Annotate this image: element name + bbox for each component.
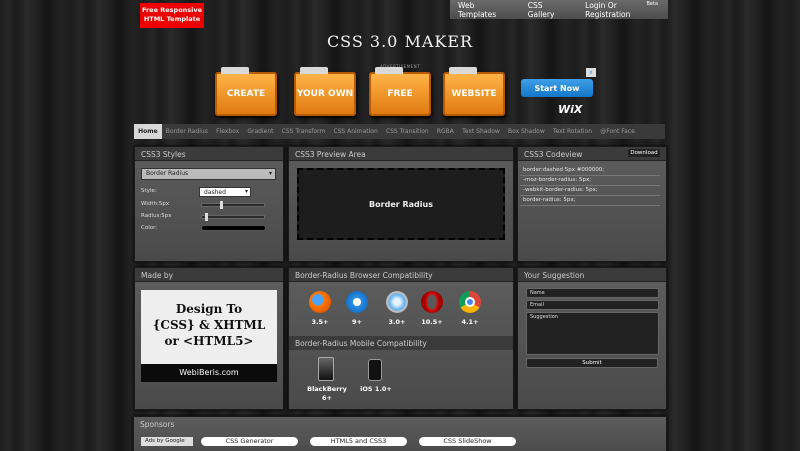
nav-css-gallery[interactable]: CSS Gallery (520, 1, 577, 19)
opera-version: 10.5+ (421, 318, 443, 326)
property-select-value: Border Radius (146, 170, 189, 177)
opera-icon (421, 291, 443, 313)
name-input[interactable]: Name (526, 288, 659, 298)
sponsors-title: Sponsors (140, 420, 175, 429)
top-navigation: Web Templates CSS Gallery Login Or Regis… (450, 0, 668, 19)
radius-slider-track[interactable] (201, 215, 265, 219)
email-input[interactable]: Email (526, 300, 659, 310)
style-label: Style: (141, 188, 157, 194)
preview-panel-title: CSS3 Preview Area (289, 147, 513, 161)
compat-panel-title: Border-Radius Browser Compatibility (289, 268, 513, 282)
code-line: border:dashed 5px #000000; (520, 167, 660, 176)
style-select-value: dashed (204, 189, 226, 196)
badge-line-1: Free Responsive (141, 6, 203, 14)
sponsor-link-html5-css3[interactable]: HTML5 and CSS3 (310, 437, 407, 446)
tab-flexbox[interactable]: Flexbox (212, 128, 243, 135)
tab-font-face[interactable]: @Font Face (596, 128, 639, 135)
free-template-badge[interactable]: Free Responsive HTML Template (140, 3, 204, 28)
code-line: -webkit-border-radius: 5px; (520, 187, 660, 196)
ad-close-icon[interactable]: x (586, 68, 596, 77)
property-select[interactable]: Border Radius ▾ (141, 168, 276, 180)
ad-folder-website[interactable]: WEBSITE (443, 67, 505, 116)
beta-label: Beta (646, 1, 658, 7)
color-picker[interactable] (201, 225, 266, 231)
firefox-icon (309, 291, 331, 313)
width-slider-handle[interactable] (220, 201, 223, 209)
sponsor-link-css-generator[interactable]: CSS Generator (201, 437, 298, 446)
code-line: -moz-border-radius: 5px; (520, 177, 660, 186)
code-line: border-radius: 5px; (520, 197, 660, 206)
blackberry-version: 6+ (322, 394, 332, 402)
start-now-button[interactable]: Start Now (521, 79, 593, 97)
blackberry-name: BlackBerry (307, 385, 347, 393)
badge-line-2: HTML Template (143, 15, 201, 23)
ie-version: 9+ (352, 318, 362, 326)
suggestion-panel-title: Your Suggestion (518, 268, 666, 282)
ie-icon (346, 291, 368, 313)
submit-button[interactable]: Submit (526, 358, 658, 368)
mobile-panel-title: Border-Radius Mobile Compatibility (289, 336, 513, 350)
chevron-down-icon: ▾ (268, 170, 272, 177)
tab-text-rotation[interactable]: Text Rotation (549, 128, 596, 135)
tab-bar: Home Border Radius Flexbox Gradient CSS … (134, 124, 665, 139)
tab-rgba[interactable]: RGBA (433, 128, 458, 135)
radius-slider-handle[interactable] (205, 213, 208, 221)
chrome-version: 4.1+ (461, 318, 479, 326)
ios-name: iOS 1.0+ (360, 385, 392, 393)
webiberis-banner[interactable]: Design To {CSS} & XHTML or <HTML5> WebiB… (141, 290, 277, 382)
width-label: Width:5px (141, 201, 170, 207)
sponsor-link-css-slideshow[interactable]: CSS SlideShow (419, 437, 516, 446)
tab-gradient[interactable]: Gradient (243, 128, 277, 135)
wix-logo: WiX (558, 103, 583, 116)
suggestion-textarea[interactable]: Suggestion (526, 312, 659, 355)
firefox-version: 3.5+ (311, 318, 329, 326)
color-label: Color: (141, 225, 158, 231)
safari-version: 3.0+ (388, 318, 406, 326)
banner-footer: WebiBeris.com (141, 364, 277, 382)
banner-line-3: or <HTML5> (164, 334, 254, 348)
tab-css-transform[interactable]: CSS Transform (278, 128, 330, 135)
preview-box: Border Radius (297, 168, 505, 240)
ad-folder-create[interactable]: CREATE (215, 67, 277, 116)
tab-css-animation[interactable]: CSS Animation (329, 128, 382, 135)
radius-label: Radius:5px (141, 213, 172, 219)
ad-folder-your-own[interactable]: YOUR OWN (294, 67, 356, 116)
style-chevron-down-icon: ▾ (244, 188, 248, 195)
nav-web-templates[interactable]: Web Templates (450, 1, 520, 19)
styles-panel-title: CSS3 Styles (135, 147, 283, 161)
width-slider-track[interactable] (201, 203, 265, 207)
blackberry-icon (318, 357, 334, 381)
chrome-icon (459, 291, 481, 313)
ad-folder-free[interactable]: FREE (369, 67, 431, 116)
site-title: CSS 3.0 MAKER (326, 32, 474, 51)
madeby-panel-title: Made by (135, 268, 283, 282)
tab-text-shadow[interactable]: Text Shadow (458, 128, 504, 135)
banner-line-2: {CSS} & XHTML (152, 318, 266, 332)
iphone-icon (368, 359, 382, 381)
banner-line-1: Design To (175, 302, 243, 316)
tab-border-radius[interactable]: Border Radius (162, 128, 212, 135)
style-select[interactable]: dashed ▾ (199, 187, 251, 197)
tab-home[interactable]: Home (134, 124, 162, 139)
download-button[interactable]: Download (628, 149, 660, 157)
tab-css-transition[interactable]: CSS Transition (382, 128, 433, 135)
tab-box-shadow[interactable]: Box Shadow (504, 128, 549, 135)
ads-by-google[interactable]: Ads by Google (141, 437, 193, 446)
safari-icon (386, 291, 408, 313)
